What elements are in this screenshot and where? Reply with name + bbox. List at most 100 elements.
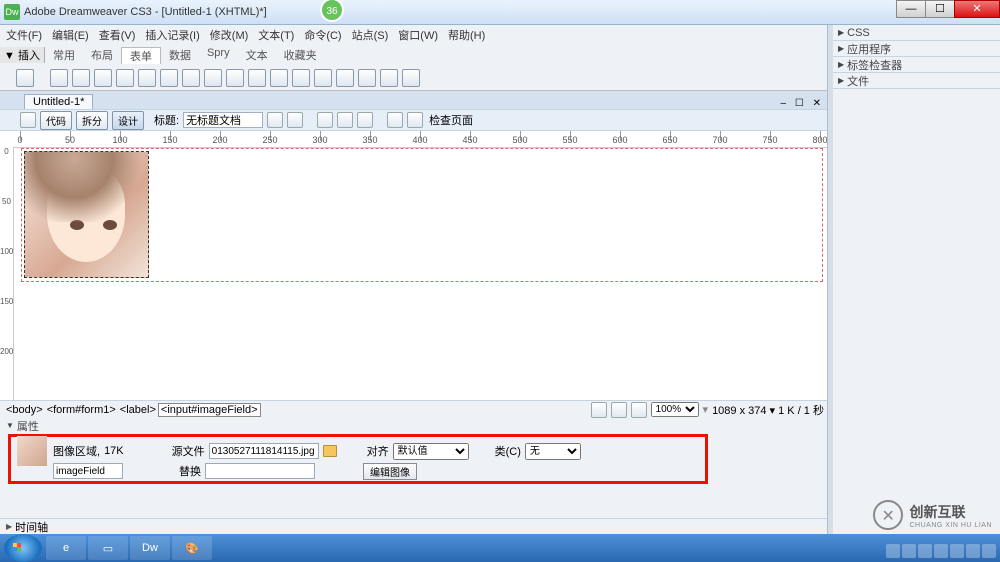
preview-icon[interactable] <box>387 112 403 128</box>
dimensions-readout: 1089 x 374 ▾ 1 K / 1 秒 <box>712 402 824 418</box>
menu-help[interactable]: 帮助(H) <box>448 27 485 43</box>
tray-icon[interactable] <box>966 544 980 558</box>
app-icon: Dw <box>4 4 20 20</box>
textarea-icon[interactable] <box>94 69 112 87</box>
design-canvas[interactable] <box>15 148 829 400</box>
hand-tool-icon[interactable] <box>611 402 627 418</box>
panel-app[interactable]: 应用程序 <box>833 41 1000 57</box>
timeline-label: 时间轴 <box>15 519 48 535</box>
insert-tab-text[interactable]: 文本 <box>238 47 276 64</box>
tray-icon[interactable] <box>950 544 964 558</box>
list-icon[interactable] <box>182 69 200 87</box>
tb-icon-1[interactable] <box>267 112 283 128</box>
code-view-icon[interactable] <box>20 112 36 128</box>
path-form[interactable]: <form#form1> <box>45 404 118 416</box>
menu-text[interactable]: 文本(T) <box>258 27 294 43</box>
zoom-tool-icon[interactable] <box>631 402 647 418</box>
panel-files[interactable]: 文件 <box>833 73 1000 89</box>
document-tab[interactable]: Untitled-1* <box>24 94 93 109</box>
checkbox-icon[interactable] <box>116 69 134 87</box>
panel-tag-inspector[interactable]: 标签检查器 <box>833 57 1000 73</box>
tray-icon[interactable] <box>886 544 900 558</box>
hidden-icon[interactable] <box>72 69 90 87</box>
tray-icon[interactable] <box>902 544 916 558</box>
path-label[interactable]: <label> <box>118 404 158 416</box>
menu-insert[interactable]: 插入记录(I) <box>145 27 199 43</box>
prop-src-input[interactable] <box>209 443 319 459</box>
menu-view[interactable]: 查看(V) <box>99 27 136 43</box>
refresh-icon[interactable] <box>317 112 333 128</box>
task-ie-icon[interactable]: e <box>46 536 86 560</box>
select-tool-icon[interactable] <box>591 402 607 418</box>
edit-image-button[interactable]: 编辑图像 <box>363 463 417 480</box>
tb-icon-3[interactable] <box>337 112 353 128</box>
jump-icon[interactable] <box>204 69 222 87</box>
label-icon[interactable] <box>292 69 310 87</box>
split-button[interactable]: 拆分 <box>76 111 108 130</box>
task-explorer-icon[interactable]: ▭ <box>88 536 128 560</box>
path-input[interactable]: <input#imageField> <box>158 403 261 417</box>
insert-tab-data[interactable]: 数据 <box>161 47 199 64</box>
insert-tab-common[interactable]: 常用 <box>45 47 83 64</box>
tray-icon[interactable] <box>982 544 996 558</box>
prop-align-label: 对齐 <box>367 443 389 459</box>
radio-icon[interactable] <box>138 69 156 87</box>
browse-folder-icon[interactable] <box>323 445 337 457</box>
notification-badge[interactable]: 36 <box>320 0 344 22</box>
menu-site[interactable]: 站点(S) <box>352 27 389 43</box>
doc-window-ops[interactable]: – ☐ ✕ <box>781 98 824 109</box>
properties-header[interactable]: 属性 <box>0 418 830 433</box>
button-icon[interactable] <box>270 69 288 87</box>
prop-name-input[interactable] <box>53 463 123 479</box>
radiogroup-icon[interactable] <box>160 69 178 87</box>
path-body[interactable]: <body> <box>4 404 45 416</box>
timeline-panel-header[interactable]: 时间轴 <box>0 518 830 534</box>
imagefield-icon[interactable] <box>226 69 244 87</box>
insert-tab-layout[interactable]: 布局 <box>83 47 121 64</box>
tb-icon-4[interactable] <box>357 112 373 128</box>
prop-class-select[interactable]: 无 <box>525 443 581 460</box>
tb-icon-2[interactable] <box>287 112 303 128</box>
fieldset-icon[interactable] <box>314 69 332 87</box>
prop-thumbnail <box>17 436 47 466</box>
menu-window[interactable]: 窗口(W) <box>398 27 438 43</box>
menu-edit[interactable]: 编辑(E) <box>52 27 89 43</box>
image-field[interactable] <box>24 151 149 278</box>
spry-val2-icon[interactable] <box>358 69 376 87</box>
minimize-button[interactable] <box>896 0 926 18</box>
tray-icon[interactable] <box>934 544 948 558</box>
spry-val1-icon[interactable] <box>336 69 354 87</box>
prop-align-select[interactable]: 默认值 <box>393 443 469 460</box>
panel-css[interactable]: CSS <box>833 25 1000 41</box>
insert-lead[interactable]: ▼ 插入 <box>0 47 45 63</box>
prop-alt-label: 替换 <box>179 463 201 479</box>
system-tray[interactable] <box>886 544 996 558</box>
insert-tab-fav[interactable]: 收藏夹 <box>276 47 325 64</box>
code-button[interactable]: 代码 <box>40 111 72 130</box>
form-outline[interactable] <box>21 148 823 282</box>
menu-modify[interactable]: 修改(M) <box>210 27 249 43</box>
zoom-select[interactable]: 100% <box>651 402 699 417</box>
spry-val3-icon[interactable] <box>380 69 398 87</box>
spry-val4-icon[interactable] <box>402 69 420 87</box>
insert-tab-spry[interactable]: Spry <box>199 47 238 64</box>
form-icon[interactable] <box>16 69 34 87</box>
title-bar: Dw Adobe Dreamweaver CS3 - [Untitled-1 (… <box>0 0 1000 25</box>
tb-icon-5[interactable] <box>407 112 423 128</box>
menu-file[interactable]: 文件(F) <box>6 27 42 43</box>
task-dreamweaver-icon[interactable]: Dw <box>130 536 170 560</box>
title-input[interactable] <box>183 112 263 128</box>
start-button[interactable] <box>4 534 42 562</box>
prop-alt-input[interactable] <box>205 463 315 479</box>
panel-splitter[interactable] <box>827 25 833 534</box>
maximize-button[interactable] <box>925 0 955 18</box>
check-page-button[interactable]: 检查页面 <box>429 112 473 128</box>
textfield-icon[interactable] <box>50 69 68 87</box>
design-button[interactable]: 设计 <box>112 111 144 130</box>
insert-tab-forms[interactable]: 表单 <box>121 47 161 64</box>
menu-commands[interactable]: 命令(C) <box>304 27 341 43</box>
close-button[interactable] <box>954 0 1000 18</box>
task-paint-icon[interactable]: 🎨 <box>172 536 212 560</box>
filefield-icon[interactable] <box>248 69 266 87</box>
tray-icon[interactable] <box>918 544 932 558</box>
